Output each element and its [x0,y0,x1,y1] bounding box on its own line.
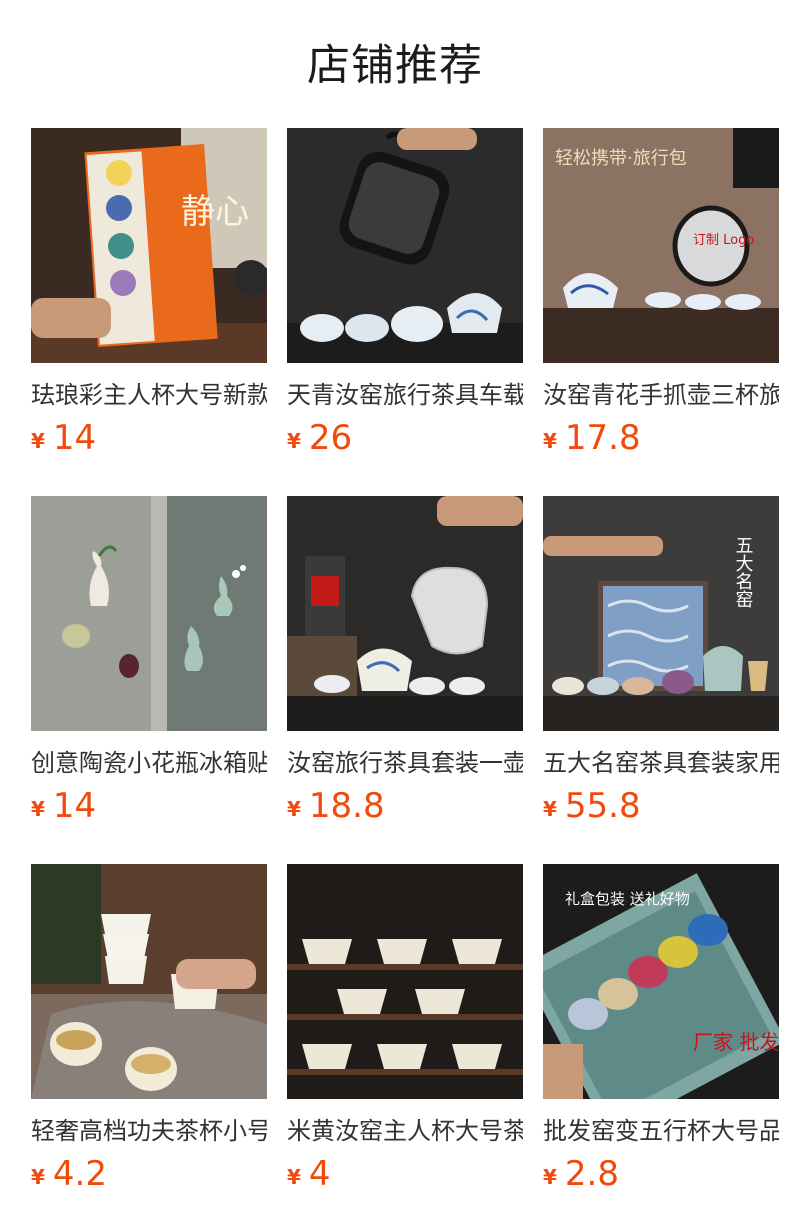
product-price: ¥14 [31,416,96,460]
ru-kiln-travel-tea-set-image [287,496,523,731]
currency-symbol: ¥ [543,1165,557,1189]
product-title[interactable]: 天青汝窑旅行茶具车载 [287,378,523,412]
product-image[interactable]: 礼盒包装 送礼好物 厂家 批发 [543,864,779,1099]
product-image[interactable] [31,496,267,731]
product-image[interactable]: 五大名窑 [543,496,779,731]
price-amount: 14 [52,418,97,458]
product-image[interactable]: 轻松携带·旅行包 订制 Logo [543,128,779,363]
price-amount: 26 [308,418,353,458]
currency-symbol: ¥ [31,797,45,821]
product-card[interactable]: 天青汝窑旅行茶具车载 ¥26 [287,128,523,458]
product-card[interactable]: 米黄汝窑主人杯大号茶 ¥4 [287,864,523,1194]
currency-symbol: ¥ [31,1165,45,1189]
beige-ru-cups-image [287,864,523,1099]
product-price: ¥2.8 [543,1152,619,1196]
product-image[interactable] [287,496,523,731]
product-title[interactable]: 珐琅彩主人杯大号新款 [31,378,267,412]
price-amount: 2.8 [564,1154,619,1194]
box-calligraphy: 静心 [181,192,249,232]
product-card[interactable]: 轻松携带·旅行包 订制 Logo 汝窑青花手抓壶三杯旅行 ¥17.8 [543,128,779,458]
product-title[interactable]: 创意陶瓷小花瓶冰箱贴 [31,746,267,780]
product-image[interactable] [287,128,523,363]
currency-symbol: ¥ [543,797,557,821]
price-amount: 4.2 [52,1154,107,1194]
price-amount: 18.8 [308,786,385,826]
product-price: ¥4.2 [31,1152,107,1196]
five-kilns-tea-set-image: 五大名窑 [543,496,779,731]
product-title[interactable]: 批发窑变五行杯大号品 [543,1114,779,1148]
currency-symbol: ¥ [543,429,557,453]
banner-text: 轻松携带·旅行包 [555,148,687,169]
product-title[interactable]: 轻奢高档功夫茶杯小号 [31,1114,267,1148]
product-image[interactable] [287,864,523,1099]
product-price: ¥17.8 [543,416,641,460]
product-card[interactable]: 轻奢高档功夫茶杯小号 ¥4.2 [31,864,267,1194]
kiln-change-five-cups-gift-box-image: 礼盒包装 送礼好物 厂家 批发 [543,864,779,1099]
product-price: ¥26 [287,416,352,460]
currency-symbol: ¥ [287,1165,301,1189]
product-title[interactable]: 汝窑旅行茶具套装一壶 [287,746,523,780]
product-title[interactable]: 五大名窑茶具套装家用 [543,746,779,780]
product-card[interactable]: 礼盒包装 送礼好物 厂家 批发 批发窑变五行杯大号品 ¥2.8 [543,864,779,1194]
price-amount: 4 [308,1154,331,1194]
product-title[interactable]: 米黄汝窑主人杯大号茶 [287,1114,523,1148]
white-porcelain-cups-image [31,864,267,1099]
enamel-cups-gift-box-image: 静心 [31,128,267,363]
currency-symbol: ¥ [287,797,301,821]
product-card[interactable]: 五大名窑 五大名窑茶具套装家用 ¥55.8 [543,496,779,826]
currency-symbol: ¥ [31,429,45,453]
price-amount: 17.8 [564,418,641,458]
product-price: ¥4 [287,1152,331,1196]
product-card[interactable]: 静心 珐琅彩主人杯大号新款 ¥14 [31,128,267,458]
currency-symbol: ¥ [287,429,301,453]
blue-white-teapot-travel-set-image: 轻松携带·旅行包 订制 Logo [543,128,779,363]
logo-placeholder: 订制 Logo [693,233,754,248]
product-title[interactable]: 汝窑青花手抓壶三杯旅行 [543,378,779,412]
product-card[interactable]: 汝窑旅行茶具套装一壶 ¥18.8 [287,496,523,826]
price-amount: 14 [52,786,97,826]
product-price: ¥18.8 [287,784,385,828]
travel-tea-set-case-image [287,128,523,363]
banner-text: 五大名窑 [733,536,754,608]
wholesale-text: 厂家 批发 [693,1030,779,1054]
product-price: ¥14 [31,784,96,828]
product-card[interactable]: 创意陶瓷小花瓶冰箱贴 ¥14 [31,496,267,826]
price-amount: 55.8 [564,786,641,826]
ceramic-mini-vases-image [31,496,267,731]
product-price: ¥55.8 [543,784,641,828]
banner-text: 礼盒包装 送礼好物 [565,890,690,908]
product-image[interactable] [31,864,267,1099]
page-title: 店铺推荐 [307,41,483,91]
product-image[interactable]: 静心 [31,128,267,363]
